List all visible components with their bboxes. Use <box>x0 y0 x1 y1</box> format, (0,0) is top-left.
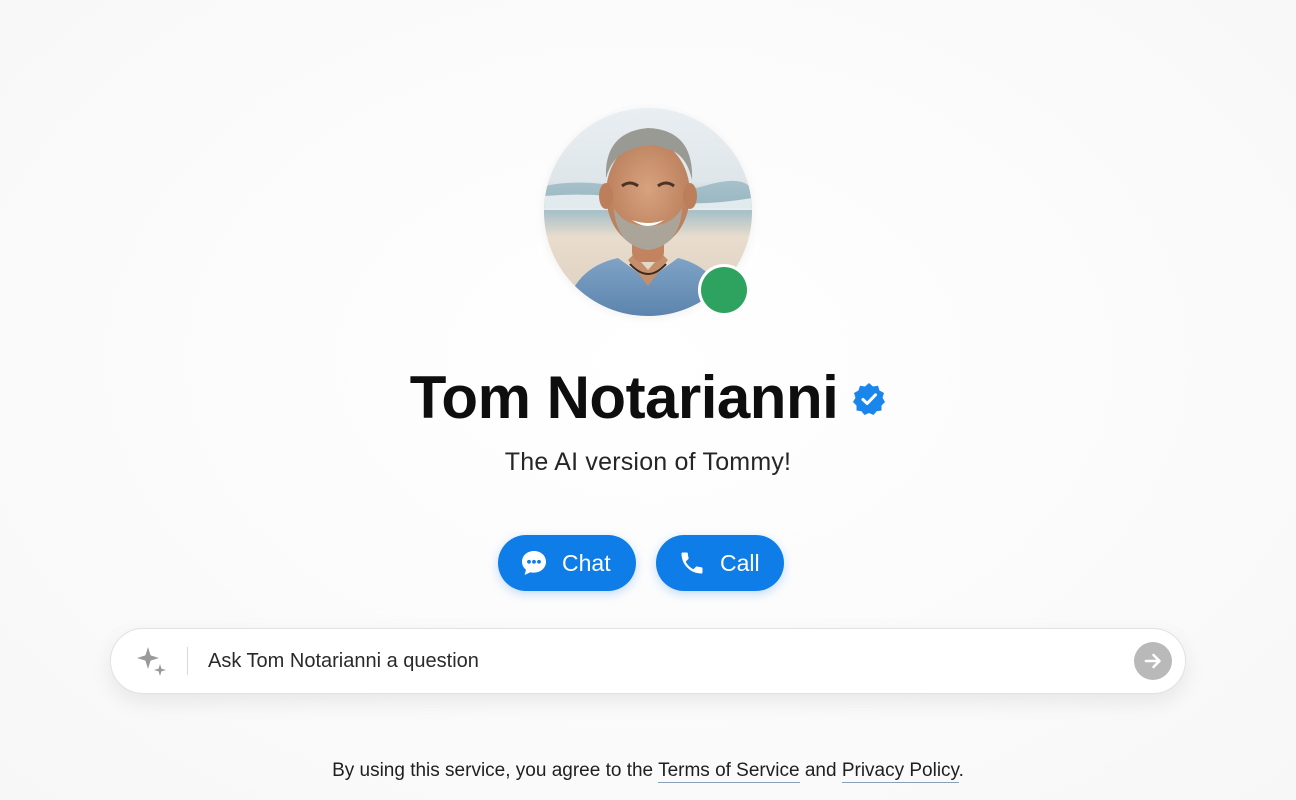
chat-button-label: Chat <box>562 549 611 576</box>
avatar-container <box>544 108 752 316</box>
arrow-right-icon <box>1144 653 1161 669</box>
input-divider <box>187 647 188 675</box>
verified-badge-icon <box>853 383 886 415</box>
online-status-dot <box>701 267 747 313</box>
profile-page: Tom Notarianni The AI version of Tommy! … <box>0 0 1296 800</box>
send-button[interactable] <box>1134 642 1172 680</box>
legal-notice-and: and <box>799 760 842 781</box>
chat-button[interactable]: Chat <box>498 535 636 591</box>
ask-question-input[interactable] <box>206 640 1134 682</box>
profile-tagline: The AI version of Tommy! <box>504 448 792 476</box>
legal-notice-suffix: . <box>958 760 964 781</box>
sparkle-icon <box>137 647 166 676</box>
action-buttons: Chat Call <box>0 535 1296 591</box>
phone-icon <box>678 549 706 577</box>
ask-question-bar <box>110 628 1186 694</box>
online-status-indicator <box>698 264 750 316</box>
chat-bubble-icon <box>520 549 548 577</box>
privacy-policy-link[interactable]: Privacy Policy <box>841 760 959 783</box>
call-button-label: Call <box>720 549 760 576</box>
legal-notice-prefix: By using this service, you agree to the <box>332 760 659 781</box>
profile-name: Tom Notarianni <box>409 364 839 431</box>
legal-notice: By using this service, you agree to the … <box>0 760 1296 783</box>
profile-header: Tom Notarianni <box>0 358 1296 438</box>
call-button[interactable]: Call <box>656 535 784 591</box>
terms-of-service-link[interactable]: Terms of Service <box>658 760 800 783</box>
